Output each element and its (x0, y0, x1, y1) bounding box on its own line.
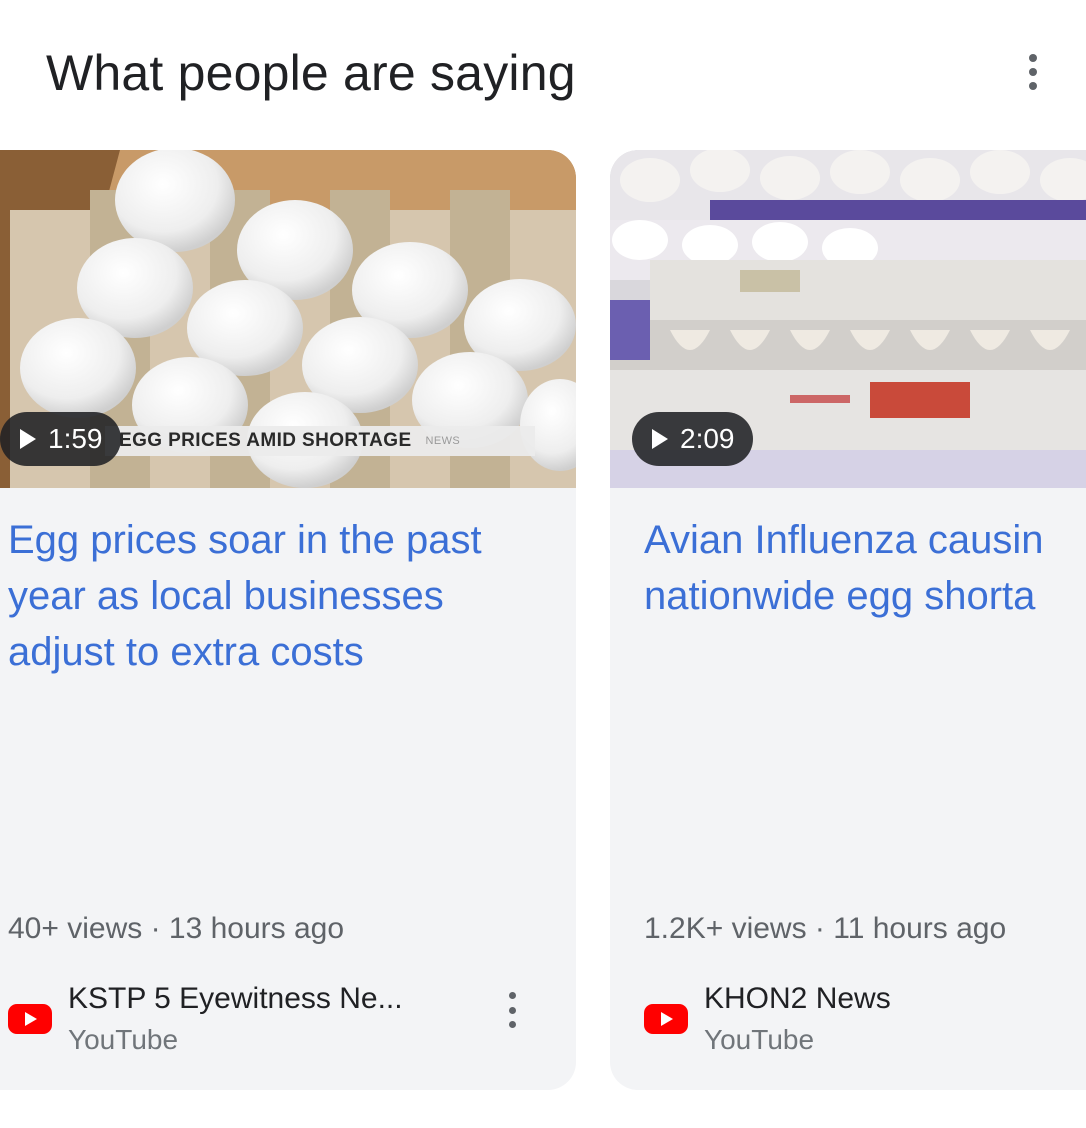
caption-text: EGG PRICES AMID SHORTAGE (119, 430, 412, 451)
title-line: Avian Influenza causin (644, 518, 1044, 562)
title-line: nationwide egg shorta (644, 574, 1036, 618)
duration-text: 1:59 (48, 423, 103, 454)
thumbnail-caption: EGG PRICES AMID SHORTAGE NEWS (105, 426, 535, 456)
video-carousel[interactable]: EGG PRICES AMID SHORTAGE NEWS 1:59 Egg p… (0, 150, 1086, 1110)
video-card[interactable]: 2:09 Avian Influenza causin nationwide e… (610, 150, 1086, 1090)
youtube-icon (644, 1004, 688, 1034)
duration-text: 2:09 (680, 423, 735, 454)
video-card[interactable]: EGG PRICES AMID SHORTAGE NEWS 1:59 Egg p… (0, 150, 576, 1090)
platform-name: YouTube (704, 1024, 815, 1055)
channel-name: KSTP 5 Eyewitness Ne... (68, 982, 403, 1015)
video-title-link[interactable]: Egg prices soar in the past year as loca… (8, 512, 528, 680)
more-options-icon[interactable] (1018, 50, 1048, 94)
platform-name: YouTube (68, 1024, 179, 1055)
play-icon (652, 429, 668, 449)
video-title-link[interactable]: Avian Influenza causin nationwide egg sh… (644, 512, 1086, 624)
play-icon (20, 429, 36, 449)
news-tag: NEWS (425, 435, 461, 447)
video-source: KHON2 News YouTube (644, 982, 1086, 1055)
video-meta: 1.2K+ views · 11 hours ago (644, 912, 1007, 945)
video-meta: 40+ views · 13 hours ago (8, 912, 345, 945)
section-title: What people are saying (46, 45, 576, 101)
youtube-icon (8, 1004, 52, 1034)
duration-badge: 1:59 (0, 412, 121, 466)
more-vert-icon[interactable] (502, 990, 522, 1030)
duration-badge: 2:09 (632, 412, 753, 466)
channel-name: KHON2 News (704, 982, 891, 1015)
video-thumbnail[interactable]: EGG PRICES AMID SHORTAGE NEWS 1:59 (0, 150, 576, 488)
video-source: KSTP 5 Eyewitness Ne... YouTube (8, 982, 548, 1055)
video-thumbnail[interactable]: 2:09 (610, 150, 1086, 488)
section-header: What people are saying (0, 0, 1086, 140)
